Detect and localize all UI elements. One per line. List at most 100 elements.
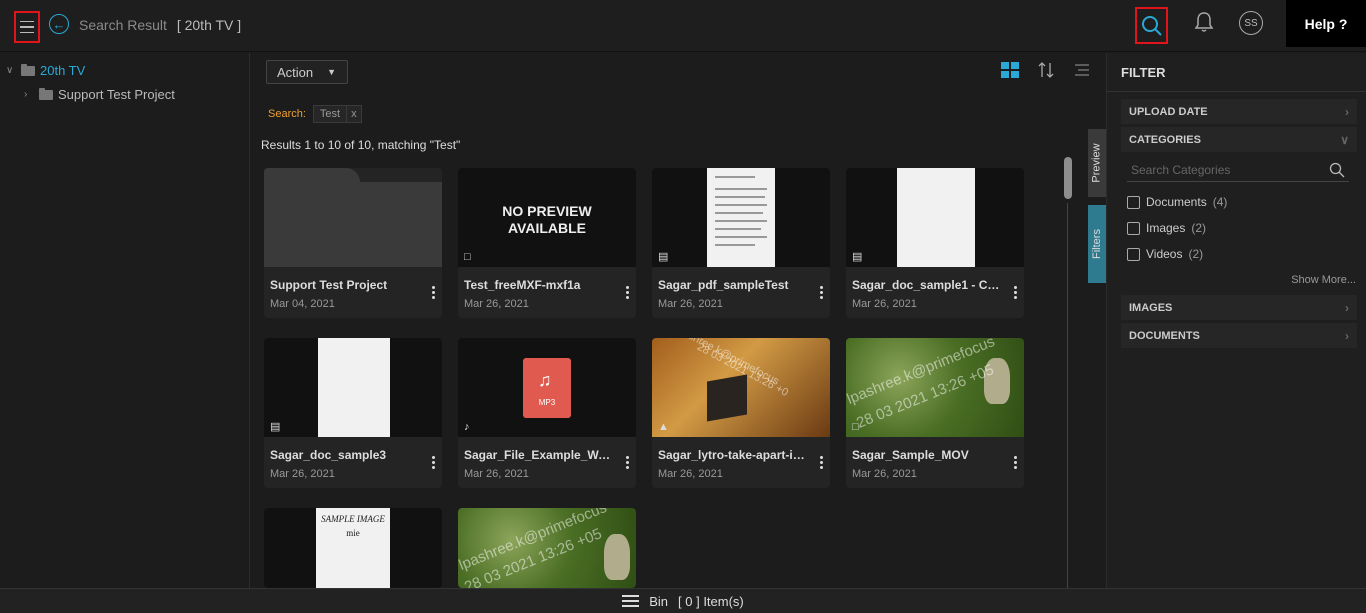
tab-filters[interactable]: Filters — [1088, 205, 1106, 283]
thumbnail: ♫ MP3 ♪ — [458, 338, 636, 437]
notifications-button[interactable] — [1194, 11, 1214, 38]
thumbnail: lpashree.k@primefocus 28 03 2021 13:26 +… — [846, 338, 1024, 437]
checkbox[interactable] — [1127, 195, 1140, 209]
more-options-icon[interactable] — [626, 456, 630, 469]
card-title: Sagar_Sample_MOV — [852, 448, 969, 462]
chevron-down-icon[interactable]: ∨ — [6, 65, 16, 76]
asset-card[interactable]: shilpashree.k@primefocus 28 03 2021 13:2… — [652, 338, 830, 488]
music-note-icon: ♪ — [464, 421, 470, 433]
folder-tree: ∨ 20th TV › Support Test Project — [0, 53, 250, 588]
sample-image-caption: SAMPLE IMAGE — [321, 514, 385, 524]
filter-section-images[interactable]: IMAGES › — [1121, 295, 1357, 320]
document-preview — [897, 168, 975, 267]
asset-card[interactable]: lpashree.k@primefocus 28 03 2021 13:26 +… — [458, 508, 636, 588]
more-options-icon[interactable] — [1014, 286, 1018, 299]
music-note-icon: ♫ — [538, 370, 552, 390]
thumbnail: shilpashree.k@primefocus 28 03 2021 13:2… — [652, 338, 830, 437]
chevron-down-icon: ∨ — [1340, 132, 1349, 147]
more-options-icon[interactable] — [432, 456, 436, 469]
bin-label: Bin — [649, 593, 669, 609]
help-button[interactable]: Help ? — [1286, 0, 1366, 47]
action-dropdown[interactable]: Action ▼ — [266, 60, 348, 84]
image-preview: SAMPLE IMAGE mie — [316, 508, 390, 588]
hamburger-menu-button[interactable] — [14, 11, 40, 43]
more-options-icon[interactable] — [432, 286, 436, 299]
asset-card[interactable]: ♫ MP3 ♪ Sagar_File_Example_WA... Mar 26,… — [458, 338, 636, 488]
filter-section-categories[interactable]: CATEGORIES ∨ — [1121, 127, 1357, 152]
scroll-thumb[interactable] — [1064, 157, 1072, 199]
category-checkbox-videos[interactable]: Videos (2) — [1127, 247, 1203, 261]
sample-image-text: mie — [346, 528, 360, 538]
action-label: Action — [277, 64, 314, 80]
folder-icon — [21, 63, 35, 76]
image-icon: ▲ — [658, 421, 669, 433]
avatar[interactable]: SS — [1239, 11, 1263, 35]
page-title: Search Result — [79, 17, 167, 33]
bin-bar[interactable]: Bin [ 0 ] Item(s) — [0, 588, 1366, 613]
document-preview — [707, 168, 775, 267]
view-tools — [1001, 61, 1105, 79]
search-icon — [1329, 162, 1345, 177]
card-title: Sagar_doc_sample1 - Co... — [852, 278, 1000, 292]
video-camera-icon: □ — [852, 421, 859, 433]
tab-preview[interactable]: Preview — [1088, 129, 1106, 197]
thumbnail — [264, 168, 442, 267]
thumbnail: SAMPLE IMAGE mie — [264, 508, 442, 588]
remove-chip-button[interactable]: x — [346, 105, 362, 123]
tab-label: Filters — [1091, 229, 1104, 259]
tree-item-root[interactable]: ∨ 20th TV — [6, 63, 85, 78]
category-checkbox-documents[interactable]: Documents (4) — [1127, 195, 1227, 209]
no-preview-text: NO PREVIEW AVAILABLE — [458, 203, 636, 237]
asset-card[interactable]: Support Test Project Mar 04, 2021 — [264, 168, 442, 318]
tree-item-label: 20th TV — [40, 63, 86, 78]
bell-icon — [1194, 12, 1214, 32]
tab-label: Preview — [1091, 143, 1103, 183]
grid-view-icon[interactable] — [1001, 62, 1019, 78]
sort-icon[interactable] — [1037, 61, 1055, 79]
card-date: Mar 04, 2021 — [270, 298, 335, 310]
list-view-icon[interactable] — [1073, 63, 1091, 77]
document-preview — [318, 338, 390, 437]
more-options-icon[interactable] — [820, 456, 824, 469]
photo-subject — [604, 534, 630, 580]
asset-card[interactable]: ▤ Sagar_pdf_sampleTest Mar 26, 2021 — [652, 168, 830, 318]
show-more-link[interactable]: Show More... — [1291, 274, 1356, 286]
asset-card[interactable]: lpashree.k@primefocus 28 03 2021 13:26 +… — [846, 338, 1024, 488]
filter-section-documents[interactable]: DOCUMENTS › — [1121, 323, 1357, 348]
card-date: Mar 26, 2021 — [852, 298, 917, 310]
results-scrollbar[interactable] — [1064, 157, 1072, 588]
document-icon: ▤ — [270, 421, 281, 433]
chevron-right-icon: › — [1345, 328, 1349, 343]
card-date: Mar 26, 2021 — [464, 468, 529, 480]
category-checkbox-images[interactable]: Images (2) — [1127, 221, 1206, 235]
asset-card[interactable]: SAMPLE IMAGE mie — [264, 508, 442, 588]
filter-panel: FILTER UPLOAD DATE › CATEGORIES ∨ Search… — [1106, 53, 1366, 588]
chevron-right-icon[interactable]: › — [24, 89, 34, 100]
thumbnail: lpashree.k@primefocus 28 03 2021 13:26 +… — [458, 508, 636, 588]
asset-card[interactable]: NO PREVIEW AVAILABLE □ Test_freeMXF-mxf1a… — [458, 168, 636, 318]
card-date: Mar 26, 2021 — [658, 298, 723, 310]
more-options-icon[interactable] — [1014, 456, 1018, 469]
search-button[interactable] — [1135, 7, 1168, 44]
asset-card[interactable]: ▤ Sagar_doc_sample1 - Co... Mar 26, 2021 — [846, 168, 1024, 318]
thumbnail: ▤ — [846, 168, 1024, 267]
filter-section-upload-date[interactable]: UPLOAD DATE › — [1121, 99, 1357, 124]
more-options-icon[interactable] — [820, 286, 824, 299]
option-count: (4) — [1212, 195, 1228, 209]
checkbox[interactable] — [1127, 221, 1140, 235]
checkbox[interactable] — [1127, 247, 1140, 261]
tree-item-child[interactable]: › Support Test Project — [24, 87, 175, 102]
option-label: Images — [1146, 221, 1186, 235]
card-date: Mar 26, 2021 — [270, 468, 335, 480]
category-search-input[interactable]: Search Categories — [1127, 158, 1349, 182]
search-icon — [1141, 15, 1162, 36]
main-content: Action ▼ Search: Test x Results 1 to 10 … — [251, 53, 1106, 588]
section-label: IMAGES — [1129, 301, 1173, 314]
back-arrow-icon[interactable]: ← — [49, 14, 69, 34]
asset-card[interactable]: ▤ Sagar_doc_sample3 Mar 26, 2021 — [264, 338, 442, 488]
breadcrumb-context: [ 20th TV ] — [176, 17, 242, 33]
more-options-icon[interactable] — [626, 286, 630, 299]
card-title: Sagar_lytro-take-apart-i2... — [658, 448, 806, 462]
section-label: UPLOAD DATE — [1129, 105, 1208, 118]
photo-preview: lpashree.k@primefocus 28 03 2021 13:26 +… — [846, 338, 1024, 437]
